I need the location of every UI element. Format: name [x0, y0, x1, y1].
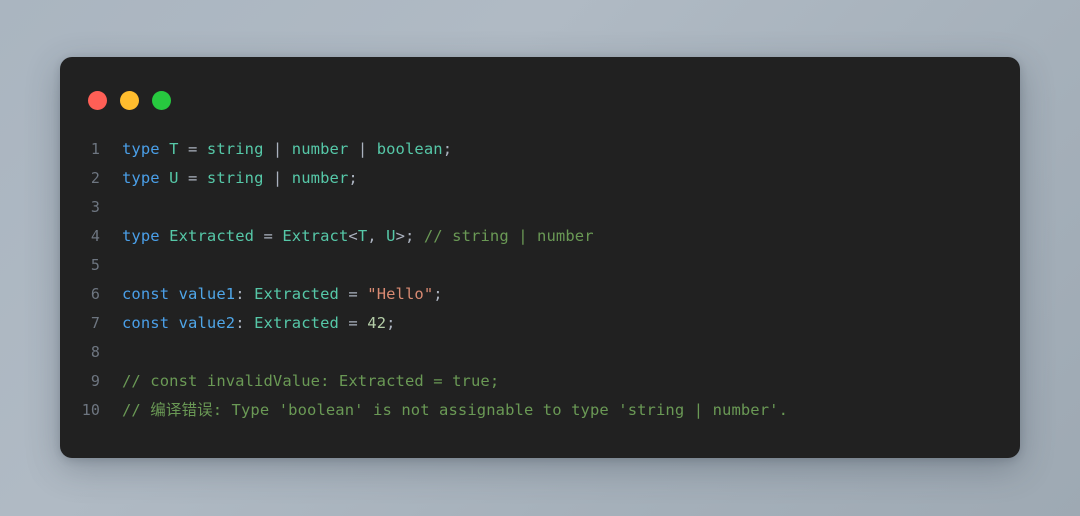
code-line-content: type T = string | number | boolean; [122, 135, 1002, 164]
code-token-punct: < [348, 227, 358, 245]
code-token-comment: // const invalidValue: Extracted = true; [122, 372, 500, 390]
code-token-keyword: const [122, 314, 170, 332]
code-token-comment: // 编译错误: Type 'boolean' is not assignabl… [122, 401, 789, 419]
code-token-type: U [386, 227, 396, 245]
code-token-type: U [169, 169, 179, 187]
code-line[interactable]: 7 const value2: Extracted = 42; [60, 309, 1002, 338]
code-line[interactable]: 6 const value1: Extracted = "Hello"; [60, 280, 1002, 309]
code-line-content: // const invalidValue: Extracted = true; [122, 367, 1002, 396]
code-token-type: T [357, 227, 368, 245]
maximize-window-button[interactable] [152, 91, 171, 110]
line-number: 8 [90, 343, 100, 361]
code-line-content: const value2: Extracted = 42; [122, 309, 1002, 338]
line-number: 1 [90, 140, 100, 158]
code-token-punct: = [338, 285, 368, 303]
code-token-punct: | [263, 169, 292, 187]
code-token-punct: : [235, 314, 255, 332]
code-line-content: type U = string | number; [122, 164, 1002, 193]
line-number: 4 [90, 227, 100, 245]
line-number: 9 [90, 372, 100, 390]
code-token-number: 42 [367, 314, 387, 332]
window-controls [88, 91, 171, 110]
code-token-type: number [291, 140, 349, 158]
code-line[interactable]: 1 type T = string | number | boolean; [60, 135, 1002, 164]
code-token-keyword: const [122, 285, 170, 303]
code-token-punct: = [178, 169, 207, 187]
code-token-punct: ; [386, 314, 396, 332]
code-line-content: const value1: Extracted = "Hello"; [122, 280, 1002, 309]
code-line-content: // 编译错误: Type 'boolean' is not assignabl… [122, 396, 1002, 425]
code-token-keyword: type [122, 227, 160, 245]
code-token-punct: >; [395, 227, 424, 245]
code-token-punct: = [254, 227, 283, 245]
code-token-type: number [291, 169, 349, 187]
line-number: 5 [90, 256, 100, 274]
line-number: 10 [81, 401, 100, 419]
minimize-window-button[interactable] [120, 91, 139, 110]
code-line[interactable]: 8 [60, 338, 1002, 367]
code-token-type: Extract [282, 227, 349, 245]
code-token-punct: ; [433, 285, 443, 303]
code-line[interactable]: 5 [60, 251, 1002, 280]
code-token-punct: ; [348, 169, 358, 187]
code-token-var: value1 [178, 285, 236, 303]
code-editor-area[interactable]: 1 type T = string | number | boolean; 2 typ… [60, 135, 1020, 425]
close-window-button[interactable] [88, 91, 107, 110]
code-token-type: Extracted [254, 285, 339, 303]
code-token-punct: | [348, 140, 377, 158]
line-number: 7 [90, 314, 100, 332]
code-token-type: string [206, 169, 264, 187]
code-snippet-card: 1 type T = string | number | boolean; 2 typ… [60, 57, 1020, 458]
code-token-comment: // string | number [423, 227, 594, 245]
code-token-type: boolean [376, 140, 443, 158]
line-number: 3 [90, 198, 100, 216]
code-token-type: Extracted [169, 227, 255, 245]
code-token-keyword: type [122, 169, 160, 187]
code-token-type: T [169, 140, 179, 158]
code-token-punct: = [338, 314, 368, 332]
code-token-type: string [206, 140, 264, 158]
code-token-punct: : [235, 285, 255, 303]
line-number: 2 [90, 169, 100, 187]
code-line[interactable]: 10 // 编译错误: Type 'boolean' is not assigna… [60, 396, 1002, 425]
code-token-string: "Hello" [367, 285, 434, 303]
code-line[interactable]: 9 // const invalidValue: Extracted = true… [60, 367, 1002, 396]
code-token-punct: | [263, 140, 292, 158]
line-number: 6 [90, 285, 100, 303]
code-line[interactable]: 3 [60, 193, 1002, 222]
code-token-punct: , [367, 227, 387, 245]
code-line[interactable]: 2 type U = string | number; [60, 164, 1002, 193]
code-token-var: value2 [178, 314, 236, 332]
code-token-punct: ; [442, 140, 453, 158]
code-token-punct: = [178, 140, 207, 158]
code-line-content: type Extracted = Extract<T, U>; // strin… [122, 222, 1002, 251]
code-token-keyword: type [122, 140, 160, 158]
code-token-type: Extracted [254, 314, 339, 332]
code-line[interactable]: 4 type Extracted = Extract<T, U>; // stri… [60, 222, 1002, 251]
